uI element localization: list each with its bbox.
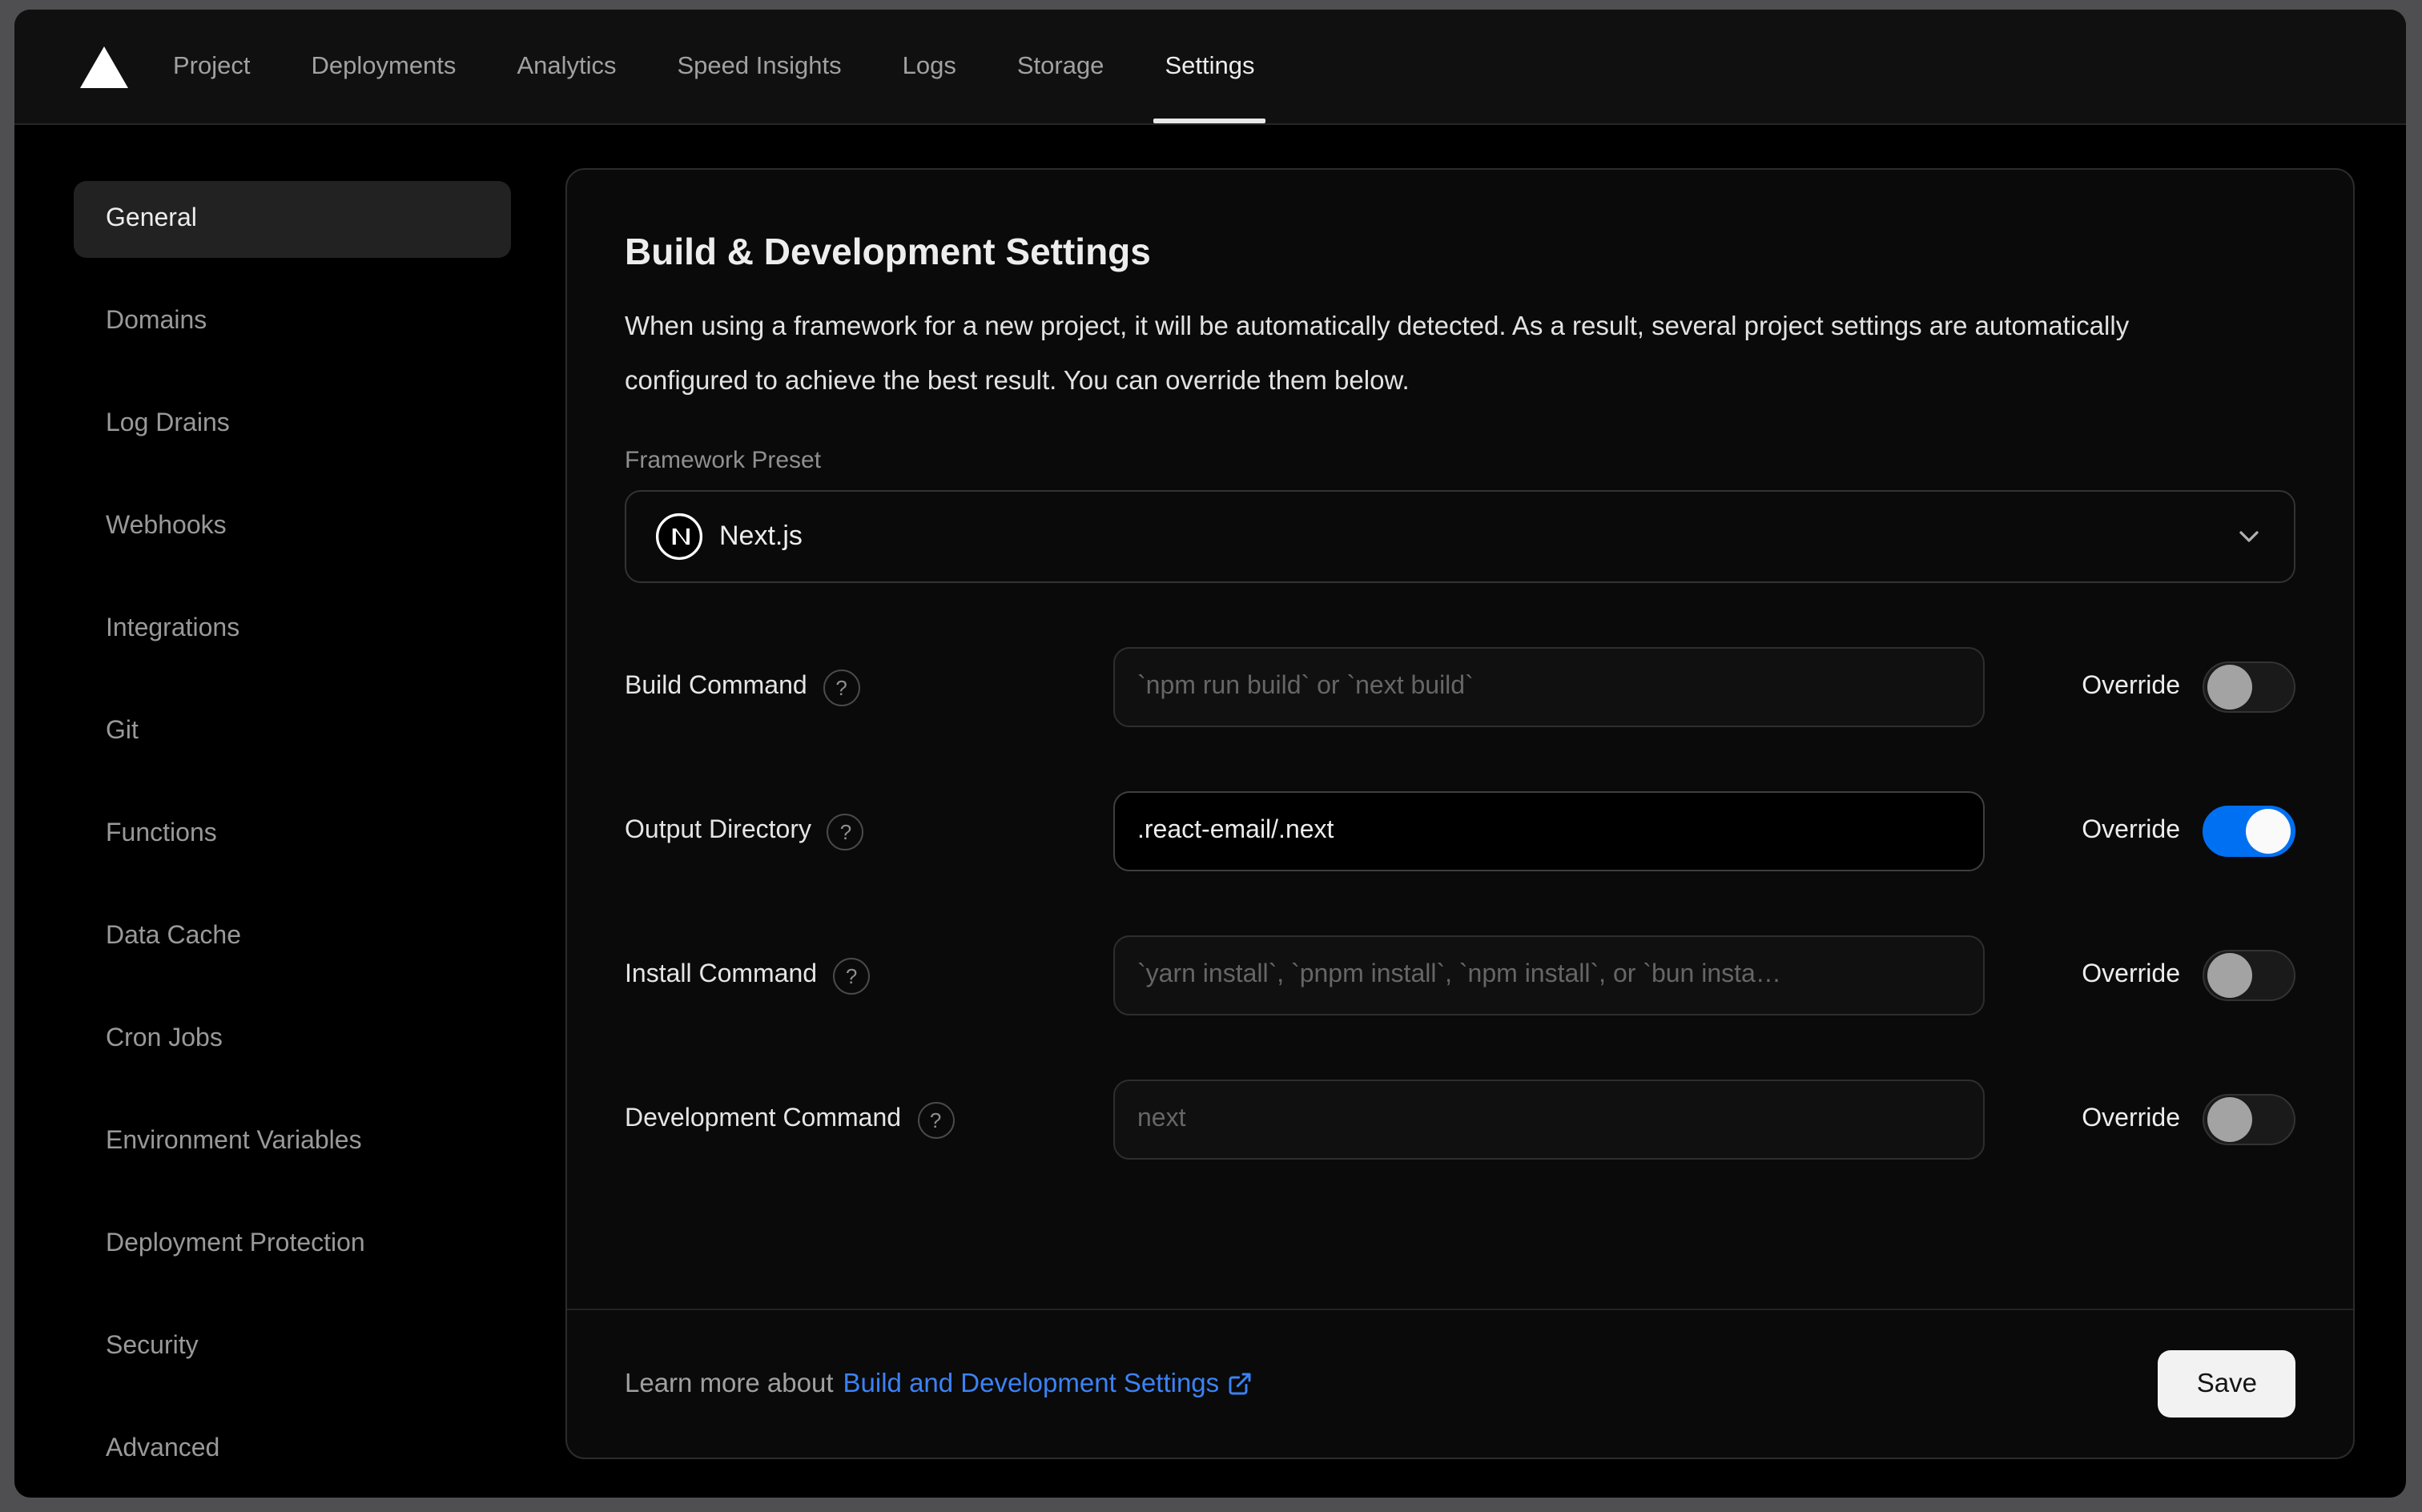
sidebar-item-domains[interactable]: Domains [74,284,511,360]
install-command-input[interactable] [1113,935,1985,1015]
learn-more-prefix: Learn more about [625,1369,834,1397]
save-button[interactable]: Save [2158,1350,2295,1418]
docs-link-label: Build and Development Settings [843,1369,1220,1397]
output-directory-row: Output Directory ? Override [625,791,2295,871]
toggle-knob [2246,809,2291,854]
nextjs-logo [655,513,703,561]
toggle-knob [2207,953,2252,998]
nav-tab-deployments[interactable]: Deployments [312,10,457,123]
learn-more-text: Learn more about Build and Development S… [625,1369,1253,1399]
settings-sidebar: General Domains Log Drains Webhooks Inte… [14,125,511,1498]
build-command-label: Build Command [625,673,807,700]
override-label: Override [2082,817,2180,844]
vercel-triangle-logo[interactable] [80,46,128,87]
build-settings-docs-link[interactable]: Build and Development Settings [843,1369,1253,1399]
sidebar-item-advanced[interactable]: Advanced [74,1411,511,1488]
override-label: Override [2082,673,2180,700]
settings-content: General Domains Log Drains Webhooks Inte… [14,125,2406,1498]
sidebar-item-cron-jobs[interactable]: Cron Jobs [74,1001,511,1078]
build-settings-card: Build & Development Settings When using … [565,168,2355,1459]
override-label: Override [2082,961,2180,988]
nav-tab-settings[interactable]: Settings [1153,10,1266,123]
help-icon[interactable]: ? [827,813,864,850]
framework-preset-label: Framework Preset [625,447,822,474]
toggle-knob [2207,665,2252,710]
development-command-input[interactable] [1113,1080,1985,1160]
help-icon[interactable]: ? [823,669,860,706]
sidebar-item-data-cache[interactable]: Data Cache [74,899,511,975]
install-command-row: Install Command ? Override [625,935,2295,1015]
output-directory-input[interactable] [1113,791,1985,871]
settings-main: Build & Development Settings When using … [511,125,2406,1498]
build-settings-body: Build & Development Settings When using … [567,170,2353,1309]
app-window: Project Deployments Analytics Speed Insi… [14,10,2406,1498]
nav-tab-analytics[interactable]: Analytics [517,10,616,123]
build-command-override-toggle[interactable] [2203,662,2295,713]
sidebar-item-environment-variables[interactable]: Environment Variables [74,1104,511,1180]
sidebar-item-deployment-protection[interactable]: Deployment Protection [74,1206,511,1283]
install-command-override-toggle[interactable] [2203,950,2295,1001]
build-command-row: Build Command ? Override [625,647,2295,727]
sidebar-item-git[interactable]: Git [74,694,511,770]
framework-preset-value: Next.js [719,521,803,551]
sidebar-item-security[interactable]: Security [74,1309,511,1385]
nav-tab-project[interactable]: Project [173,10,251,123]
build-command-input[interactable] [1113,647,1985,727]
external-link-icon [1227,1371,1253,1397]
page-title: Build & Development Settings [625,231,1151,272]
output-directory-override-toggle[interactable] [2203,806,2295,857]
development-command-label: Development Command [625,1105,902,1132]
settings-rows: Build Command ? Override [625,647,2295,1160]
toggle-knob [2207,1097,2252,1142]
help-icon[interactable]: ? [917,1101,955,1138]
override-label: Override [2082,1105,2180,1132]
development-command-row: Development Command ? Override [625,1080,2295,1160]
top-navigation: Project Deployments Analytics Speed Insi… [14,10,2406,125]
nav-tabs: Project Deployments Analytics Speed Insi… [173,10,1266,123]
install-command-label: Install Command [625,961,818,988]
section-description: When using a framework for a new project… [625,312,2130,396]
sidebar-item-webhooks[interactable]: Webhooks [74,489,511,565]
nav-tab-storage[interactable]: Storage [1017,10,1104,123]
card-footer: Learn more about Build and Development S… [567,1309,2353,1458]
chevron-down-icon [2233,521,2265,553]
nav-tab-logs[interactable]: Logs [903,10,956,123]
sidebar-item-log-drains[interactable]: Log Drains [74,386,511,463]
sidebar-item-functions[interactable]: Functions [74,796,511,873]
sidebar-item-integrations[interactable]: Integrations [74,591,511,668]
sidebar-item-general[interactable]: General [74,181,511,258]
development-command-override-toggle[interactable] [2203,1094,2295,1145]
output-directory-label: Output Directory [625,817,811,844]
help-icon[interactable]: ? [833,957,871,994]
screen-backdrop: Project Deployments Analytics Speed Insi… [0,0,2422,1512]
framework-preset-select[interactable]: Next.js [625,490,2295,583]
nav-tab-speed-insights[interactable]: Speed Insights [678,10,842,123]
